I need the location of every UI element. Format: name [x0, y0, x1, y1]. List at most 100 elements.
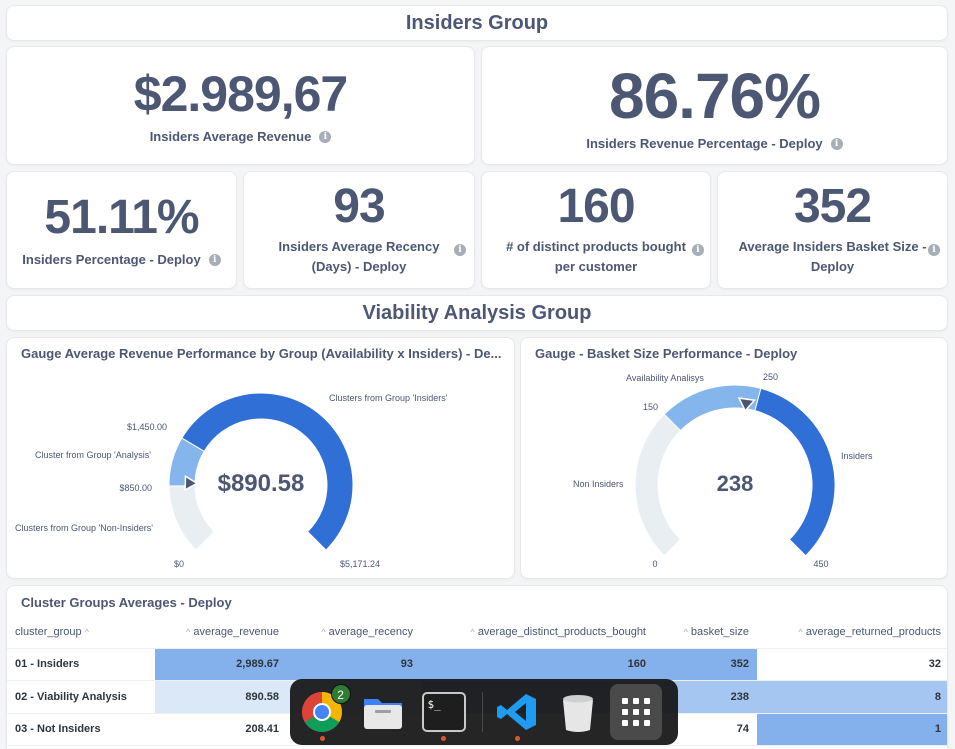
chrome-icon[interactable]: 2: [300, 684, 351, 741]
avg-recency-label: Insiders Average Recency (Days) - Deploy: [279, 237, 440, 277]
cell-cluster-group: 03 - Not Insiders: [7, 713, 155, 746]
distinct-products-label: # of distinct products bought per custom…: [506, 237, 686, 277]
cell-cluster-group: 01 - Insiders: [7, 648, 155, 681]
basket-size-card[interactable]: 352 Average Insiders Basket Size - Deplo…: [717, 171, 948, 289]
app-dock: 2 $_: [290, 679, 678, 745]
gauge-basket-segment-2[interactable]: [754, 387, 836, 557]
avg-recency-label-line2: (Days) - Deploy: [311, 259, 407, 274]
col-header-average-returned-products[interactable]: ^ average_returned_products: [757, 616, 947, 649]
gauge-revenue-tick-1450: $1,450.00: [127, 422, 167, 432]
gauge-basket-min-label: 0: [652, 559, 657, 569]
dock-separator: [481, 692, 483, 732]
viability-group-title: Viability Analysis Group: [362, 301, 592, 324]
distinct-products-label-line1: # of distinct products bought: [506, 239, 686, 254]
col-header-average-distinct-products[interactable]: ^ average_distinct_products_bought: [421, 616, 654, 649]
col-header-basket-size[interactable]: ^ basket_size: [654, 616, 757, 649]
revenue-pct-label-text: Insiders Revenue Percentage - Deploy: [586, 135, 823, 151]
gauge-basket-chart: 238 0 450 150 250 Non Insiders Availabil…: [573, 372, 873, 569]
gauge-revenue-tick-850: $850.00: [119, 483, 152, 493]
terminal-glyph: $_: [421, 692, 466, 732]
avg-recency-value: 93: [333, 180, 385, 233]
insiders-pct-label: Insiders Percentage - Deploy i: [22, 250, 221, 270]
avg-revenue-label: Insiders Average Revenue i: [150, 127, 332, 147]
cell-average-revenue: 890.58: [155, 680, 287, 714]
viability-group-header: Viability Analysis Group: [6, 295, 948, 331]
gauge-basket-seg-non-insiders: Non Insiders: [573, 479, 624, 489]
gauge-basket-seg-availability: Availability Analisys: [626, 373, 704, 383]
gauge-revenue-value: $890.58: [218, 470, 305, 497]
gauge-revenue-max-label: $5,171.24: [340, 559, 380, 569]
running-indicator: [514, 736, 520, 741]
cell-cluster-group: 02 - Viability Analysis: [7, 680, 155, 714]
gauge-basket-segment-0[interactable]: [634, 413, 682, 557]
cell-average-recency: 93: [287, 648, 421, 681]
cell-average-returned-products: 1: [757, 713, 947, 746]
gauge-basket-value: 238: [717, 471, 754, 496]
distinct-products-label-line2: per customer: [554, 259, 638, 274]
insiders-group-header: Insiders Group: [6, 5, 948, 41]
col-header-cluster-group[interactable]: cluster_group ^: [7, 616, 155, 649]
gauge-basket-seg-insiders: Insiders: [841, 451, 873, 461]
info-icon[interactable]: i: [454, 244, 466, 256]
info-icon[interactable]: i: [319, 130, 332, 143]
col-header-average-revenue[interactable]: ^ average_revenue: [155, 616, 287, 649]
col-header-average-recency[interactable]: ^ average_recency: [287, 616, 421, 649]
running-indicator: [441, 736, 447, 741]
avg-recency-card[interactable]: 93 Insiders Average Recency (Days) - Dep…: [243, 171, 475, 289]
insiders-pct-value: 51.11%: [44, 191, 199, 244]
chrome-badge: 2: [330, 684, 351, 704]
cell-average-returned-products: 8: [757, 680, 947, 714]
info-icon[interactable]: i: [692, 244, 704, 256]
cell-average-revenue: 208.41: [155, 713, 287, 746]
revenue-pct-value: 86.76%: [608, 59, 821, 132]
gauge-basket-card[interactable]: Gauge - Basket Size Performance - Deploy…: [520, 337, 948, 579]
sort-up-icon: ^: [798, 626, 803, 637]
gauge-basket-max-label: 450: [813, 559, 828, 569]
info-icon[interactable]: i: [928, 244, 940, 256]
gauge-revenue-chart: $890.58 $0 $5,171.24 $850.00 $1,450.00 C…: [15, 392, 448, 569]
insiders-pct-card[interactable]: 51.11% Insiders Percentage - Deploy i: [6, 171, 237, 289]
table-title: Cluster Groups Averages - Deploy: [21, 595, 232, 610]
sort-up-icon: ^: [84, 626, 89, 637]
sort-up-icon: ^: [186, 626, 191, 637]
gauge-basket-tick-150: 150: [643, 402, 658, 412]
avg-recency-label-line1: Insiders Average Recency: [278, 239, 440, 254]
files-icon[interactable]: [361, 688, 406, 736]
gauge-revenue-seg-non-insiders: Clusters from Group 'Non-Insiders': [15, 523, 153, 533]
basket-size-value: 352: [793, 180, 872, 233]
insiders-pct-label-text: Insiders Percentage - Deploy: [22, 252, 201, 267]
info-icon[interactable]: i: [208, 254, 221, 266]
avg-revenue-card[interactable]: $2.989,67 Insiders Average Revenue i: [6, 46, 475, 165]
table-row[interactable]: 01 - Insiders 2,989.67 93 160 352 32: [7, 648, 947, 681]
info-icon[interactable]: i: [830, 137, 843, 150]
distinct-products-card[interactable]: 160 # of distinct products bought per cu…: [481, 171, 711, 289]
vscode-icon[interactable]: [495, 688, 540, 741]
gauge-revenue-seg-analysis: Cluster from Group 'Analysis': [35, 450, 151, 460]
avg-revenue-value: $2.989,67: [133, 65, 348, 122]
insiders-group-title: Insiders Group: [405, 11, 549, 34]
avg-revenue-label-text: Insiders Average Revenue: [149, 128, 312, 144]
basket-size-label: Average Insiders Basket Size - Deploy: [738, 237, 926, 277]
sort-up-icon: ^: [321, 626, 326, 637]
cell-basket-size: 352: [654, 648, 757, 681]
terminal-icon[interactable]: $_: [421, 688, 466, 741]
gauge-revenue-segment-0[interactable]: [168, 485, 216, 551]
apps-grid-icon[interactable]: [609, 684, 663, 740]
sort-up-icon: ^: [470, 626, 475, 637]
gauge-revenue-min-label: $0: [174, 559, 184, 569]
basket-size-label-line2: Deploy: [810, 259, 855, 274]
gauge-revenue-seg-insiders: Clusters from Group 'Insiders': [329, 393, 448, 403]
revenue-pct-label: Insiders Revenue Percentage - Deploy i: [586, 134, 843, 154]
sort-up-icon: ^: [683, 626, 688, 637]
basket-size-label-line1: Average Insiders Basket Size -: [738, 239, 927, 254]
trash-icon[interactable]: [555, 688, 600, 736]
cell-average-revenue: 2,989.67: [155, 648, 287, 681]
revenue-pct-card[interactable]: 86.76% Insiders Revenue Percentage - Dep…: [481, 46, 948, 165]
distinct-products-value: 160: [557, 180, 635, 233]
cell-average-distinct-products: 160: [421, 648, 654, 681]
cell-average-returned-products: 32: [757, 648, 947, 681]
running-indicator: [319, 736, 325, 741]
gauge-basket-tick-250: 250: [763, 372, 778, 382]
table-header-row: cluster_group ^ ^ average_revenue ^ aver…: [7, 616, 947, 649]
gauge-revenue-card[interactable]: Gauge Average Revenue Performance by Gro…: [6, 337, 515, 579]
